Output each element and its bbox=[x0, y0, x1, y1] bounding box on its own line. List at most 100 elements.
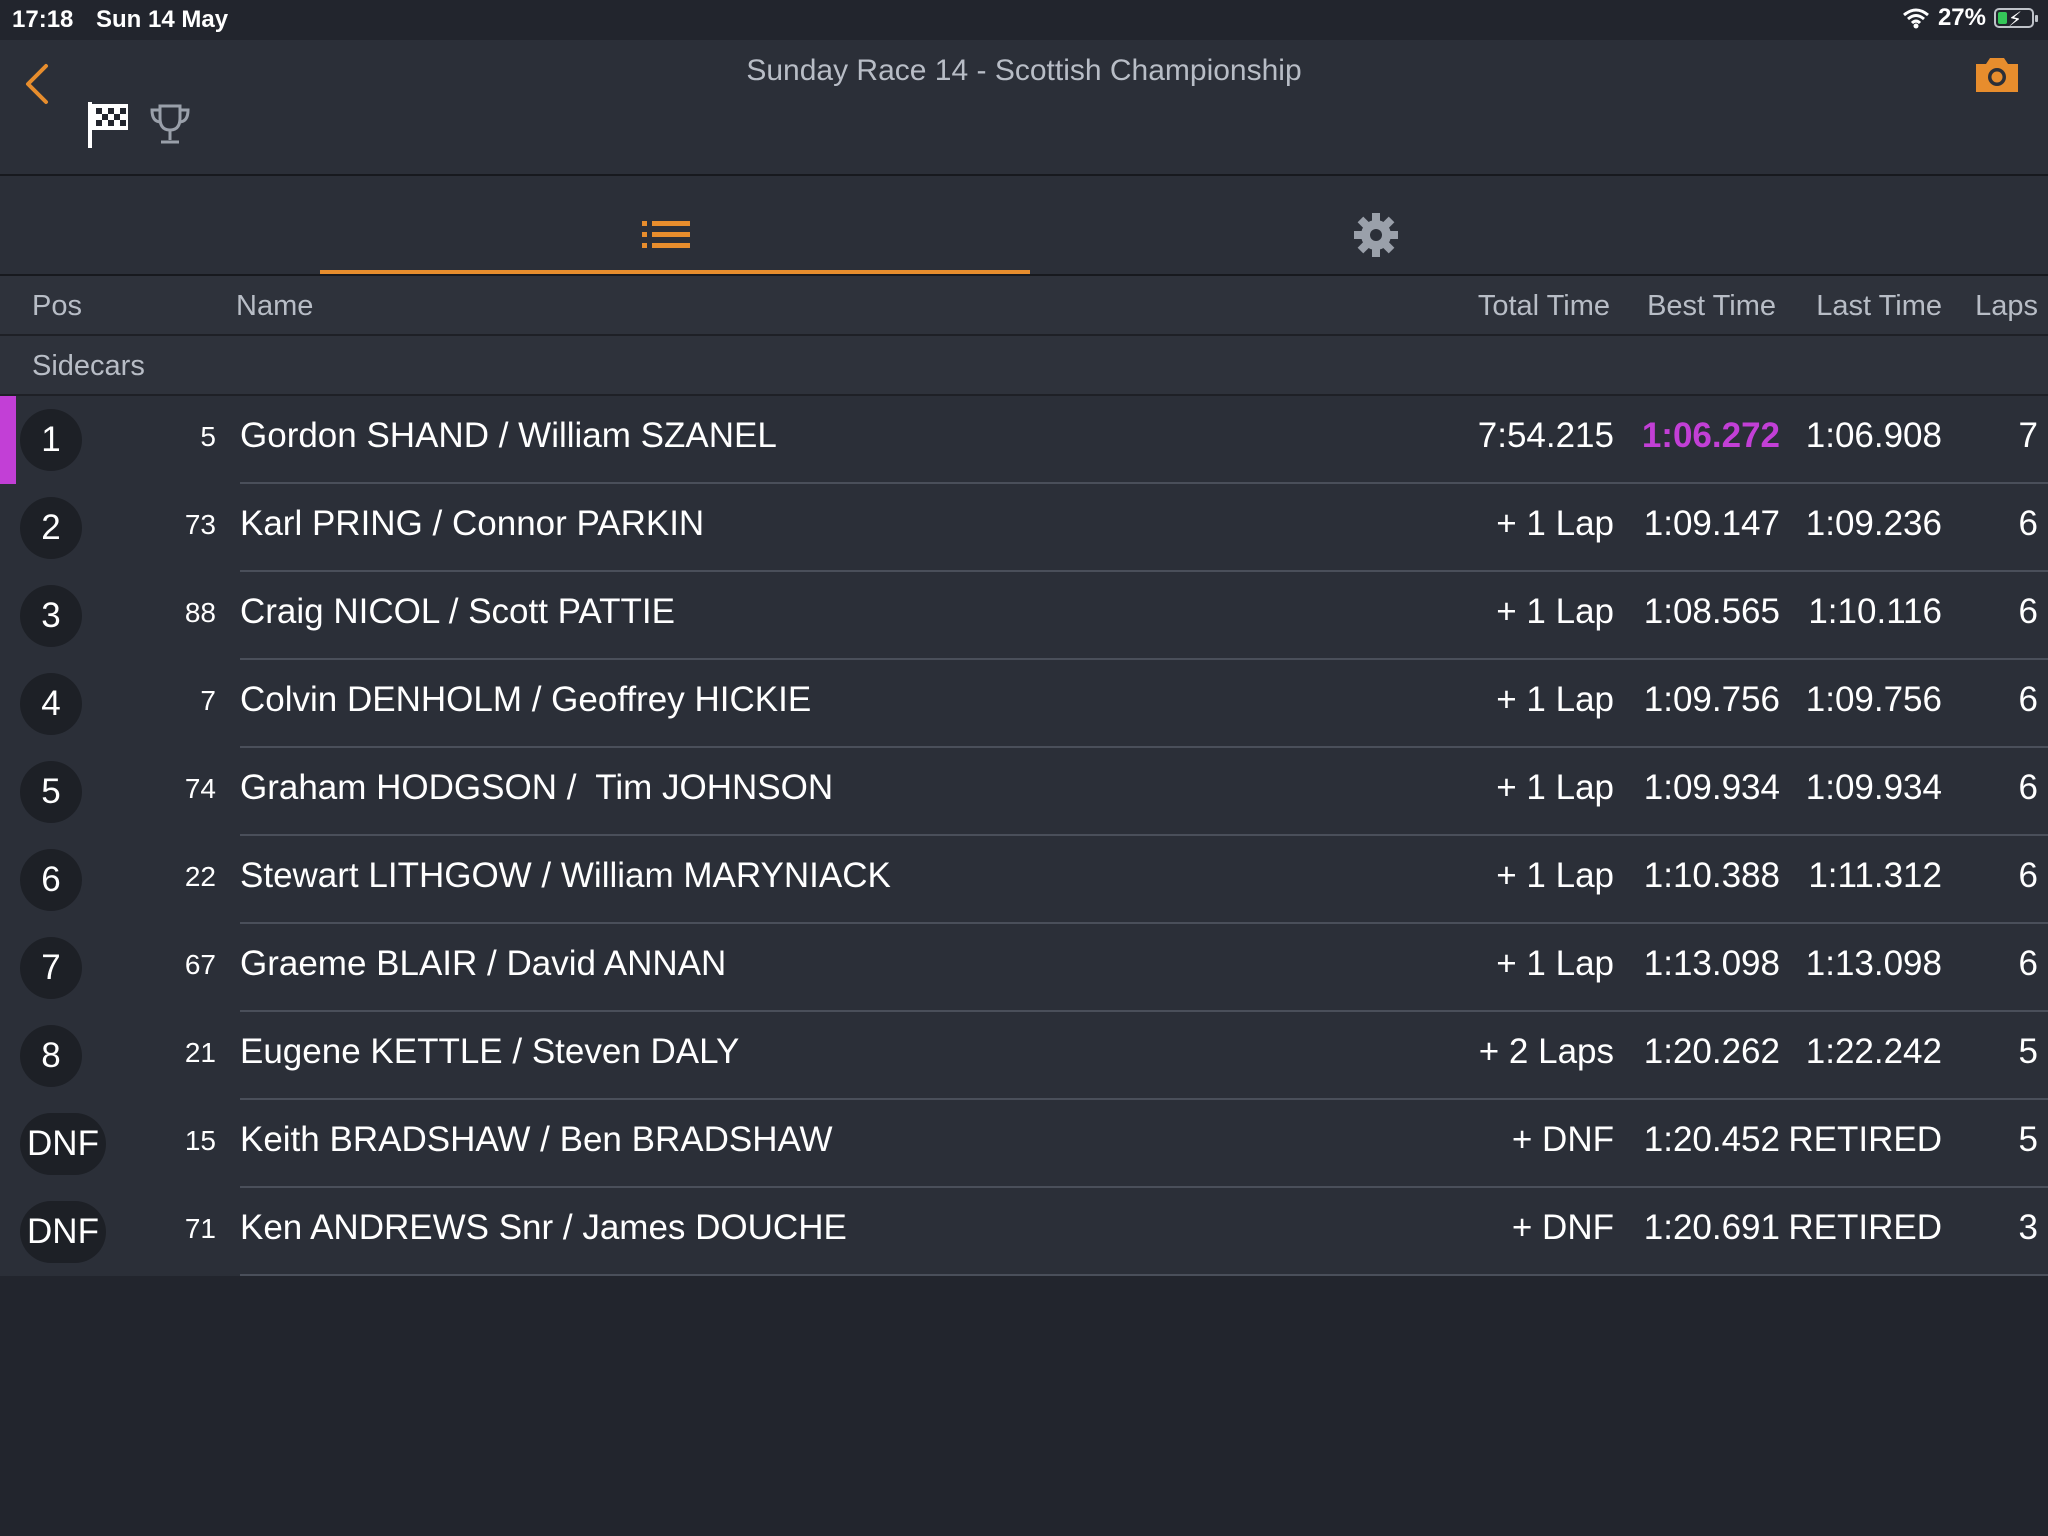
last-time: 1:13.098 bbox=[1805, 944, 1942, 983]
total-time: + DNF bbox=[1511, 1120, 1614, 1159]
laps-count: 3 bbox=[2018, 1208, 2038, 1247]
total-time: + 1 Lap bbox=[1496, 680, 1614, 719]
position-badge: 1 bbox=[20, 409, 82, 471]
col-name[interactable]: Name bbox=[236, 290, 313, 323]
best-time: 1:06.272 bbox=[1641, 416, 1780, 455]
laps-count: 6 bbox=[2018, 592, 2038, 631]
best-time: 1:10.388 bbox=[1643, 856, 1780, 895]
total-time: + DNF bbox=[1511, 1208, 1614, 1247]
position-badge: 4 bbox=[20, 673, 82, 735]
position-badge: DNF bbox=[20, 1201, 106, 1263]
best-time: 1:13.098 bbox=[1643, 944, 1780, 983]
best-time: 1:20.262 bbox=[1643, 1032, 1780, 1071]
wifi-icon bbox=[1902, 8, 1929, 29]
column-headers: Pos Name Total Time Best Time Last Time … bbox=[0, 276, 2048, 336]
laps-count: 5 bbox=[2018, 1120, 2038, 1159]
selected-tab-indicator bbox=[320, 270, 1030, 274]
laps-count: 6 bbox=[2018, 944, 2038, 983]
rider-names: Graham HODGSON / Tim JOHNSON bbox=[240, 768, 834, 807]
trophy-icon[interactable] bbox=[148, 102, 192, 148]
rider-number: 15 bbox=[184, 1125, 216, 1156]
position-badge: 6 bbox=[20, 849, 82, 911]
position-badge: 8 bbox=[20, 1025, 82, 1087]
table-row[interactable]: 8 21 Eugene KETTLE / Steven DALY + 2 Laps 1:… bbox=[0, 1012, 2048, 1100]
tab-bar bbox=[0, 176, 2048, 276]
rider-names: Craig NICOL / Scott PATTIE bbox=[240, 592, 676, 631]
rider-names: Gordon SHAND / William SZANEL bbox=[240, 416, 777, 455]
position-badge: 2 bbox=[20, 497, 82, 559]
leader-indicator bbox=[0, 396, 16, 484]
last-time: RETIRED bbox=[1788, 1120, 1942, 1159]
checkered-flag-icon[interactable] bbox=[86, 100, 132, 150]
class-group-header: Sidecars bbox=[0, 336, 2048, 396]
position-badge: 7 bbox=[20, 937, 82, 999]
last-time: 1:22.242 bbox=[1805, 1032, 1942, 1071]
charging-bolt-icon: ⚡ bbox=[2008, 9, 2023, 31]
last-time: 1:10.116 bbox=[1808, 592, 1942, 631]
table-row[interactable]: 6 22 Stewart LITHGOW / William MARYNIACK + … bbox=[0, 836, 2048, 924]
col-total-time[interactable]: Total Time bbox=[1478, 290, 1610, 323]
rider-names: Colvin DENHOLM / Geoffrey HICKIE bbox=[240, 680, 812, 719]
page-title: Sunday Race 14 - Scottish Championship bbox=[746, 54, 1302, 87]
total-time: + 1 Lap bbox=[1496, 504, 1614, 543]
position-badge: 5 bbox=[20, 761, 82, 823]
camera-icon bbox=[1976, 58, 2018, 92]
rider-names: Ken ANDREWS Snr / James DOUCHE bbox=[240, 1208, 847, 1247]
laps-count: 6 bbox=[2018, 856, 2038, 895]
best-time: 1:09.147 bbox=[1643, 504, 1780, 543]
rider-names: Graeme BLAIR / David ANNAN bbox=[240, 944, 727, 983]
col-laps[interactable]: Laps bbox=[1975, 290, 2038, 323]
best-time: 1:08.565 bbox=[1643, 592, 1780, 631]
status-time: 17:18 bbox=[12, 6, 74, 33]
rider-number: 71 bbox=[184, 1213, 216, 1244]
rider-names: Keith BRADSHAW / Ben BRADSHAW bbox=[240, 1120, 833, 1159]
rider-names: Eugene KETTLE / Steven DALY bbox=[240, 1032, 740, 1071]
total-time: + 2 Laps bbox=[1478, 1032, 1614, 1071]
status-date: Sun 14 May bbox=[96, 6, 229, 33]
last-time: 1:09.934 bbox=[1805, 768, 1942, 807]
rider-number: 7 bbox=[200, 685, 216, 716]
tab-settings[interactable] bbox=[1040, 176, 1740, 274]
table-row[interactable]: 5 74 Graham HODGSON / Tim JOHNSON + 1 Lap 1:… bbox=[0, 748, 2048, 836]
table-row[interactable]: 4 7 Colvin DENHOLM / Geoffrey HICKIE + 1 La… bbox=[0, 660, 2048, 748]
laps-count: 6 bbox=[2018, 680, 2038, 719]
position-badge: DNF bbox=[20, 1113, 106, 1175]
col-last-time[interactable]: Last Time bbox=[1816, 290, 1942, 323]
rider-number: 5 bbox=[200, 421, 216, 452]
table-row[interactable]: 7 67 Graeme BLAIR / David ANNAN + 1 Lap 1:13… bbox=[0, 924, 2048, 1012]
rider-names: Karl PRING / Connor PARKIN bbox=[240, 504, 705, 543]
class-group-label: Sidecars bbox=[32, 350, 145, 382]
last-time: 1:11.312 bbox=[1808, 856, 1942, 895]
rider-number: 21 bbox=[184, 1037, 216, 1068]
total-time: + 1 Lap bbox=[1496, 856, 1614, 895]
results-table: 1 5 Gordon SHAND / William SZANEL 7:54.215 1… bbox=[0, 396, 2048, 1276]
table-row[interactable]: 3 88 Craig NICOL / Scott PATTIE + 1 Lap 1:08… bbox=[0, 572, 2048, 660]
total-time: + 1 Lap bbox=[1496, 768, 1614, 807]
laps-count: 7 bbox=[2018, 416, 2038, 455]
status-bar: 17:18 Sun 14 May 27% ⚡ bbox=[0, 0, 2048, 40]
table-row[interactable]: 2 73 Karl PRING / Connor PARKIN + 1 Lap 1:09… bbox=[0, 484, 2048, 572]
col-best-time[interactable]: Best Time bbox=[1647, 290, 1776, 323]
battery-fill bbox=[1998, 12, 2007, 24]
laps-count: 5 bbox=[2018, 1032, 2038, 1071]
table-row[interactable]: DNF 71 Ken ANDREWS Snr / James DOUCHE + DNF… bbox=[0, 1188, 2048, 1276]
position-badge: 3 bbox=[20, 585, 82, 647]
list-icon bbox=[642, 221, 690, 248]
rider-number: 67 bbox=[184, 949, 216, 980]
table-row[interactable]: 1 5 Gordon SHAND / William SZANEL 7:54.215 1… bbox=[0, 396, 2048, 484]
status-indicators: 27% ⚡ bbox=[1902, 4, 2038, 32]
last-time: 1:09.236 bbox=[1805, 504, 1942, 543]
rider-number: 73 bbox=[184, 509, 216, 540]
tab-results-list[interactable] bbox=[320, 176, 1030, 274]
best-time: 1:09.934 bbox=[1643, 768, 1780, 807]
rider-number: 88 bbox=[184, 597, 216, 628]
best-time: 1:09.756 bbox=[1643, 680, 1780, 719]
camera-button[interactable] bbox=[1972, 54, 2022, 96]
last-time: 1:06.908 bbox=[1805, 416, 1942, 455]
battery-icon: ⚡ bbox=[1994, 8, 2038, 31]
best-time: 1:20.691 bbox=[1643, 1208, 1780, 1247]
best-time: 1:20.452 bbox=[1643, 1120, 1780, 1159]
col-pos[interactable]: Pos bbox=[32, 290, 82, 323]
total-time: + 1 Lap bbox=[1496, 944, 1614, 983]
table-row[interactable]: DNF 15 Keith BRADSHAW / Ben BRADSHAW + DNF 1… bbox=[0, 1100, 2048, 1188]
